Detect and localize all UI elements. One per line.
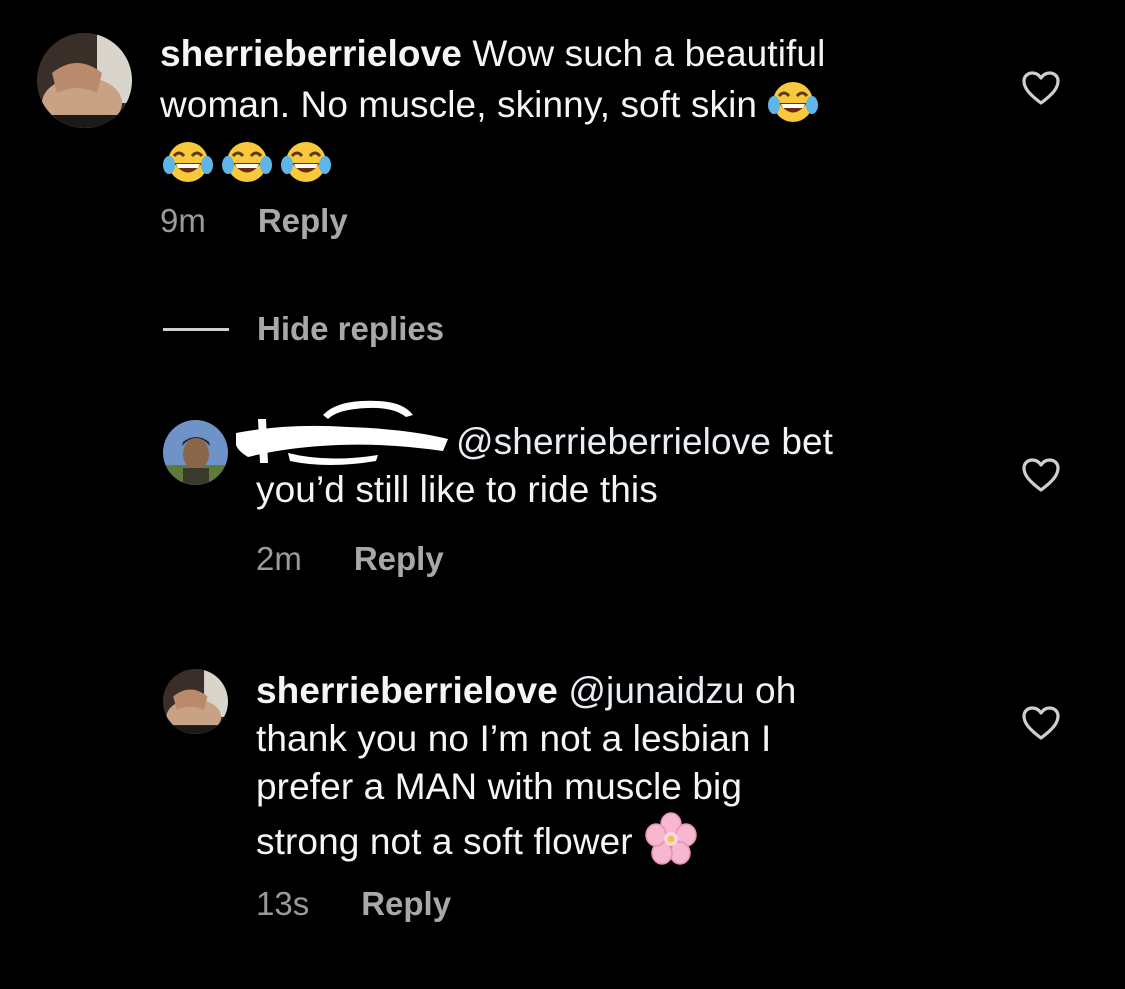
reply-text: @sherrieberrielove bet you’d still like … [256,418,1016,514]
reply-button[interactable]: Reply [361,885,451,923]
reply-timestamp: 2m [256,540,302,577]
reply-timestamp: 13s [256,885,310,922]
comment-username[interactable]: sherrieberrielove [160,33,462,74]
hide-replies-toggle[interactable]: Hide replies [163,310,444,348]
reply-username[interactable]: sherrieberrielove [256,670,558,711]
reply-button[interactable]: Reply [354,540,444,578]
like-heart-icon[interactable] [1021,70,1061,106]
comment-timestamp: 9m [160,202,206,239]
reply-meta: 13s Reply [256,885,451,923]
divider-line [163,327,229,331]
comments-thread: sherrieberrielove Wow such a beautiful w… [0,0,1125,989]
laughing-emoji-icon [216,138,278,196]
cherry-blossom-icon [643,811,699,877]
avatar[interactable] [163,420,228,485]
reply-text-line1: bet [770,421,834,462]
like-heart-icon[interactable] [1021,705,1061,741]
hide-replies-label: Hide replies [257,310,445,347]
comment-text: sherrieberrielove Wow such a beautiful w… [160,30,960,196]
reply-text: sherrieberrielove @junaidzu oh thank you… [256,667,1016,877]
reply-text-line2: you’d still like to ride this [256,469,658,510]
reply-text-line1: oh [744,670,797,711]
reply-mention[interactable]: @sherrieberrielove [456,421,771,462]
laughing-emoji-icon [160,138,216,196]
like-heart-icon[interactable] [1021,457,1061,493]
laughing-emoji-icon [767,78,819,136]
comment-text-line2: woman. No muscle, skinny, soft skin [160,83,758,125]
reply-text-line3: prefer a MAN with muscle big [256,766,743,807]
laughing-emoji-icon [278,138,334,196]
reply-mention[interactable]: @junaidzu [568,670,744,711]
reply-text-line2: thank you no I’m not a lesbian I [256,718,772,759]
reply-text-line4: strong not a soft flower [256,820,633,862]
avatar[interactable] [163,669,228,734]
reply-button[interactable]: Reply [258,202,348,240]
comment-text-line1: Wow such a beautiful [472,33,826,74]
reply-meta: 2m Reply [256,540,444,578]
comment-meta: 9m Reply [160,202,348,240]
avatar[interactable] [37,33,132,128]
